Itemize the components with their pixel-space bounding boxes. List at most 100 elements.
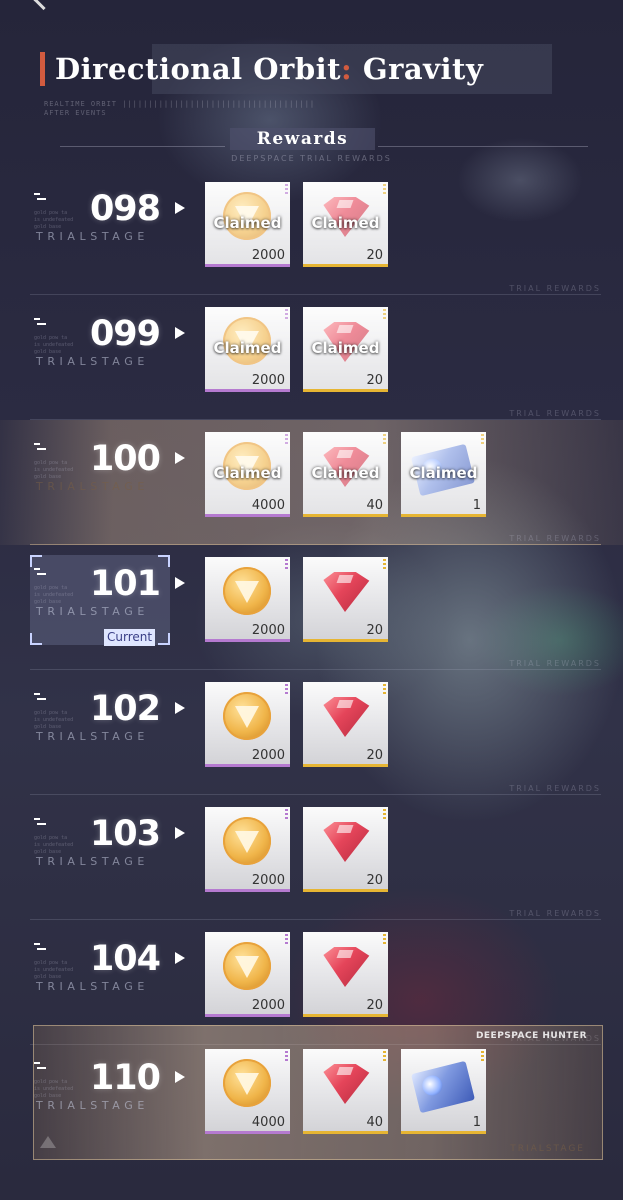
claimed-label: Claimed (213, 339, 282, 357)
stage-dash-icon (34, 1062, 46, 1069)
gem-icon (323, 822, 370, 862)
reward-item-gold[interactable]: 2000 Claimed (205, 182, 290, 267)
gem-icon (323, 572, 370, 612)
rarity-bar (205, 264, 290, 267)
decor-triangle-icon (40, 1136, 56, 1148)
stage-number: 099 (89, 314, 161, 354)
reward-item-gold[interactable]: 2000 (205, 807, 290, 892)
reward-item-gem[interactable]: 20 (303, 557, 388, 642)
rarity-bar (401, 1131, 486, 1134)
rewards-subtitle: DEEPSPACE TRIAL REWARDS (231, 154, 392, 163)
header-subtitle: REALTIME ORBIT |||||||||||||||||||||||||… (44, 100, 316, 117)
back-chevron-icon[interactable] (32, 0, 55, 11)
item-quantity: 20 (366, 373, 383, 388)
stage-label: TRIALSTAGE (36, 855, 149, 868)
stage-number: 101 (89, 564, 161, 604)
claimed-label: Claimed (311, 214, 380, 232)
play-arrow-icon[interactable] (175, 202, 185, 214)
rarity-bar (205, 389, 290, 392)
stage-dash-icon (34, 693, 46, 700)
item-quantity: 20 (366, 873, 383, 888)
item-quantity: 4000 (251, 1115, 285, 1130)
rarity-bar (303, 389, 388, 392)
reward-row-103: TRIAL REWARDS gold pow ta is undefeated g… (0, 795, 623, 920)
stage-number: 098 (89, 189, 161, 229)
rarity-bar (303, 1014, 388, 1017)
rarity-pips-icon (383, 684, 386, 696)
stage-dash-icon (34, 943, 46, 950)
item-quantity: 2000 (251, 748, 285, 763)
stage-number: 102 (89, 689, 161, 729)
selection-corner (30, 633, 42, 645)
stage-dash-icon (34, 318, 46, 325)
item-quantity: 1 (472, 498, 481, 513)
row-tag: TRIAL REWARDS (509, 534, 601, 543)
reward-item-gold[interactable]: 2000 (205, 557, 290, 642)
rarity-pips-icon (285, 434, 288, 446)
stage-number: 104 (89, 939, 161, 979)
reward-item-gold[interactable]: 2000 (205, 932, 290, 1017)
rarity-pips-icon (285, 809, 288, 821)
stage-fine-print: gold pow ta is undefeated gold base (34, 210, 74, 230)
play-arrow-icon[interactable] (175, 452, 185, 464)
rarity-bar (205, 514, 290, 517)
item-quantity: 2000 (251, 873, 285, 888)
reward-item-gem[interactable]: 20 Claimed (303, 182, 388, 267)
stage-dash-icon (34, 193, 46, 200)
rewards-header: Rewards DEEPSPACE TRIAL REWARDS (0, 128, 623, 168)
play-arrow-icon[interactable] (175, 327, 185, 339)
stage-fine-print: gold pow ta is undefeated gold base (34, 585, 74, 605)
rarity-bar (303, 889, 388, 892)
reward-item-card[interactable]: 1 Claimed (401, 432, 486, 517)
rarity-bar (205, 639, 290, 642)
reward-row-100: TRIAL REWARDS gold pow ta is undefeated g… (0, 420, 623, 545)
reward-item-gem[interactable]: 40 (303, 1049, 388, 1134)
rarity-bar (205, 1014, 290, 1017)
play-arrow-icon[interactable] (175, 577, 185, 589)
reward-row-110: DEEPSPACE HUNTER TRIALSTAGE gold pow ta is… (0, 1025, 623, 1160)
item-quantity: 40 (366, 1115, 383, 1130)
reward-item-gem[interactable]: 40 Claimed (303, 432, 388, 517)
gem-icon (323, 1064, 370, 1104)
stage-fine-print: gold pow ta is undefeated gold base (34, 835, 74, 855)
reward-row-098: TRIAL REWARDS gold pow ta is undefeated g… (0, 170, 623, 295)
reward-item-gold[interactable]: 2000 Claimed (205, 307, 290, 392)
reward-item-gem[interactable]: 20 (303, 807, 388, 892)
card-icon (410, 1060, 476, 1114)
reward-item-gold[interactable]: 4000 Claimed (205, 432, 290, 517)
claimed-label: Claimed (213, 214, 282, 232)
stage-label: TRIALSTAGE (36, 230, 149, 243)
reward-item-gem[interactable]: 20 Claimed (303, 307, 388, 392)
coin-icon (223, 817, 271, 865)
row-tag: TRIAL REWARDS (509, 409, 601, 418)
page-title: Directional Orbit: Gravity (55, 52, 484, 86)
reward-item-gem[interactable]: 20 (303, 682, 388, 767)
stage-number: 103 (89, 814, 161, 854)
item-quantity: 40 (366, 498, 383, 513)
coin-icon (223, 692, 271, 740)
reward-item-gold[interactable]: 2000 (205, 682, 290, 767)
rarity-pips-icon (285, 1051, 288, 1063)
reward-item-gold[interactable]: 4000 (205, 1049, 290, 1134)
stage-dash-icon (34, 818, 46, 825)
row-tag: TRIAL REWARDS (509, 284, 601, 293)
rarity-pips-icon (383, 309, 386, 321)
rarity-pips-icon (383, 1051, 386, 1063)
play-arrow-icon[interactable] (175, 827, 185, 839)
play-arrow-icon[interactable] (175, 1071, 185, 1083)
brand-label: DEEPSPACE HUNTER (475, 1031, 587, 1041)
rarity-bar (303, 264, 388, 267)
rarity-bar (205, 1131, 290, 1134)
claimed-label: Claimed (311, 464, 380, 482)
claimed-label: Claimed (409, 464, 478, 482)
play-arrow-icon[interactable] (175, 952, 185, 964)
rarity-pips-icon (285, 934, 288, 946)
stage-fine-print: gold pow ta is undefeated gold base (34, 960, 74, 980)
row-tag: TRIAL REWARDS (509, 909, 601, 918)
reward-item-gem[interactable]: 20 (303, 932, 388, 1017)
reward-item-card[interactable]: 1 (401, 1049, 486, 1134)
stage-dash-icon (34, 568, 46, 575)
rarity-bar (205, 764, 290, 767)
stage-label: TRIALSTAGE (36, 980, 149, 993)
play-arrow-icon[interactable] (175, 702, 185, 714)
